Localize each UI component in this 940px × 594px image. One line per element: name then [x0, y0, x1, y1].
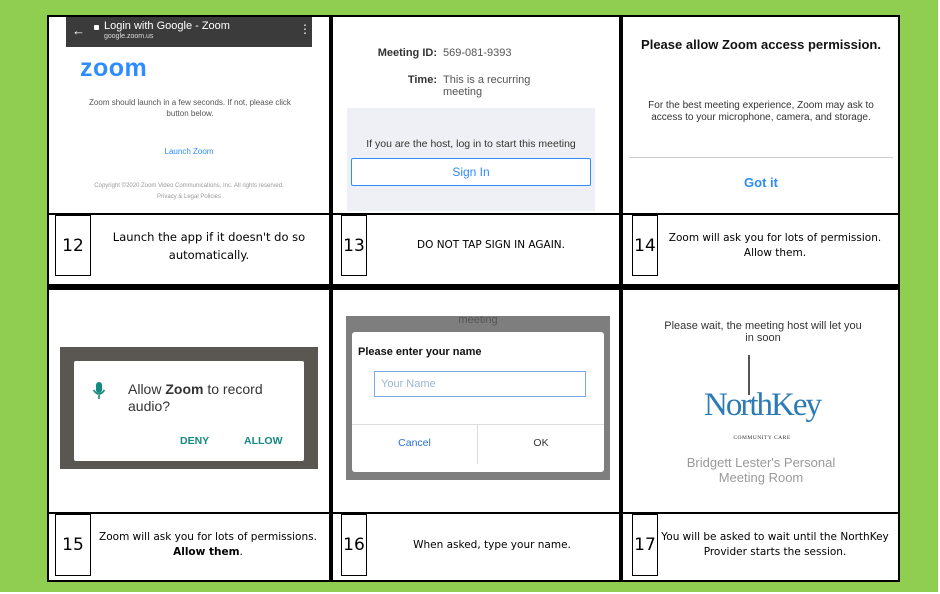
kebab-menu-icon[interactable]: ⋮ — [299, 22, 311, 36]
panel-14-screenshot: Please allow Zoom access permission. For… — [629, 17, 893, 211]
step-description: DO NOT TAP SIGN IN AGAIN. — [417, 239, 565, 251]
name-input[interactable]: Your Name — [374, 371, 586, 397]
cancel-button[interactable]: Cancel — [352, 437, 477, 449]
audio-prompt-prefix: Allow — [128, 381, 166, 397]
back-arrow-icon[interactable]: ← — [72, 23, 85, 38]
allow-button[interactable]: ALLOW — [244, 435, 283, 447]
column-divider — [329, 17, 333, 580]
name-input-placeholder: Your Name — [381, 378, 436, 390]
browser-bar: ← Login with Google - Zoom google.zoom.u… — [66, 17, 312, 47]
dialog-divider — [352, 424, 604, 425]
time-label: Time: — [407, 74, 437, 86]
audio-prompt: Allow Zoom to record audio? — [128, 381, 298, 415]
step-description-end: . — [239, 546, 243, 558]
copyright-text: Copyright ©2020 Zoom Video Communication… — [94, 183, 284, 189]
browser-url[interactable]: google.zoom.us — [104, 33, 153, 40]
step-description-plain: Zoom will ask you for lots of permission… — [99, 531, 317, 543]
deny-button[interactable]: DENY — [180, 435, 209, 447]
launch-zoom-link[interactable]: Launch Zoom — [66, 147, 312, 156]
microphone-icon — [92, 382, 106, 399]
name-dialog-title: Please enter your name — [358, 346, 482, 358]
audio-permission-dialog: Allow Zoom to record audio? DENY ALLOW — [74, 361, 304, 461]
step-description: When asked, type your name. — [413, 538, 571, 551]
column-divider — [619, 17, 623, 580]
host-text: If you are the host, log in to start thi… — [366, 138, 576, 150]
meeting-id-value: 569-081-9393 — [443, 47, 512, 59]
instruction-grid: ← Login with Google - Zoom google.zoom.u… — [47, 15, 900, 582]
step-number: 16 — [341, 514, 367, 576]
wait-text: Please wait, the meeting host will let y… — [664, 320, 862, 344]
panel-17-screenshot: Please wait, the meeting host will let y… — [637, 307, 887, 503]
panel-15-screenshot: Allow Zoom to record audio? DENY ALLOW — [60, 347, 318, 469]
step-description: Launch the app if it doesn't do so autom… — [112, 229, 306, 262]
panel-16-screenshot: meeting Please enter your name Your Name… — [346, 316, 610, 480]
meeting-header: meeting — [458, 316, 498, 326]
ok-button[interactable]: OK — [478, 437, 604, 449]
panel-13-screenshot: Meeting ID: 569-081-9393 Time: This is a… — [347, 17, 595, 211]
row-divider — [49, 284, 898, 290]
step-number: 14 — [632, 215, 658, 276]
name-dialog: Please enter your name Your Name Cancel … — [352, 332, 604, 472]
step-number: 13 — [341, 215, 367, 276]
step-description: You will be asked to wait until the Nort… — [661, 531, 889, 558]
meeting-id-label: Meeting ID: — [377, 47, 437, 59]
step-number: 17 — [632, 514, 658, 576]
privacy-link[interactable]: Privacy & Legal Policies — [66, 194, 312, 200]
step-description: Zoom will ask you for lots of permission… — [93, 514, 323, 576]
sign-in-button[interactable]: Sign In — [351, 158, 591, 186]
got-it-button[interactable]: Got it — [629, 175, 893, 190]
permission-divider — [629, 157, 893, 158]
browser-title: Login with Google - Zoom — [104, 20, 230, 32]
audio-prompt-app: Zoom — [165, 381, 204, 397]
room-name: Bridgett Lester's Personal Meeting Room — [686, 455, 836, 485]
step-number: 12 — [55, 215, 91, 276]
lock-icon — [94, 25, 99, 30]
time-value: This is a recurring meeting — [443, 74, 531, 98]
panel-12-screenshot: ← Login with Google - Zoom google.zoom.u… — [66, 17, 312, 211]
zoom-logo: zoom — [80, 54, 148, 82]
step-description: Zoom will ask you for lots of permission… — [668, 231, 882, 259]
launch-message: Zoom should launch in a few seconds. If … — [89, 98, 291, 118]
northkey-logo: NorthKey — [704, 387, 822, 423]
step-number: 15 — [55, 514, 91, 576]
step-description-bold: Allow them — [173, 546, 240, 558]
permission-title: Please allow Zoom access permission. — [641, 37, 881, 52]
permission-body: For the best meeting experience, Zoom ma… — [648, 100, 874, 123]
northkey-logo-subtitle: COMMUNITY CARE — [733, 435, 791, 441]
logo-key-line — [748, 355, 750, 395]
